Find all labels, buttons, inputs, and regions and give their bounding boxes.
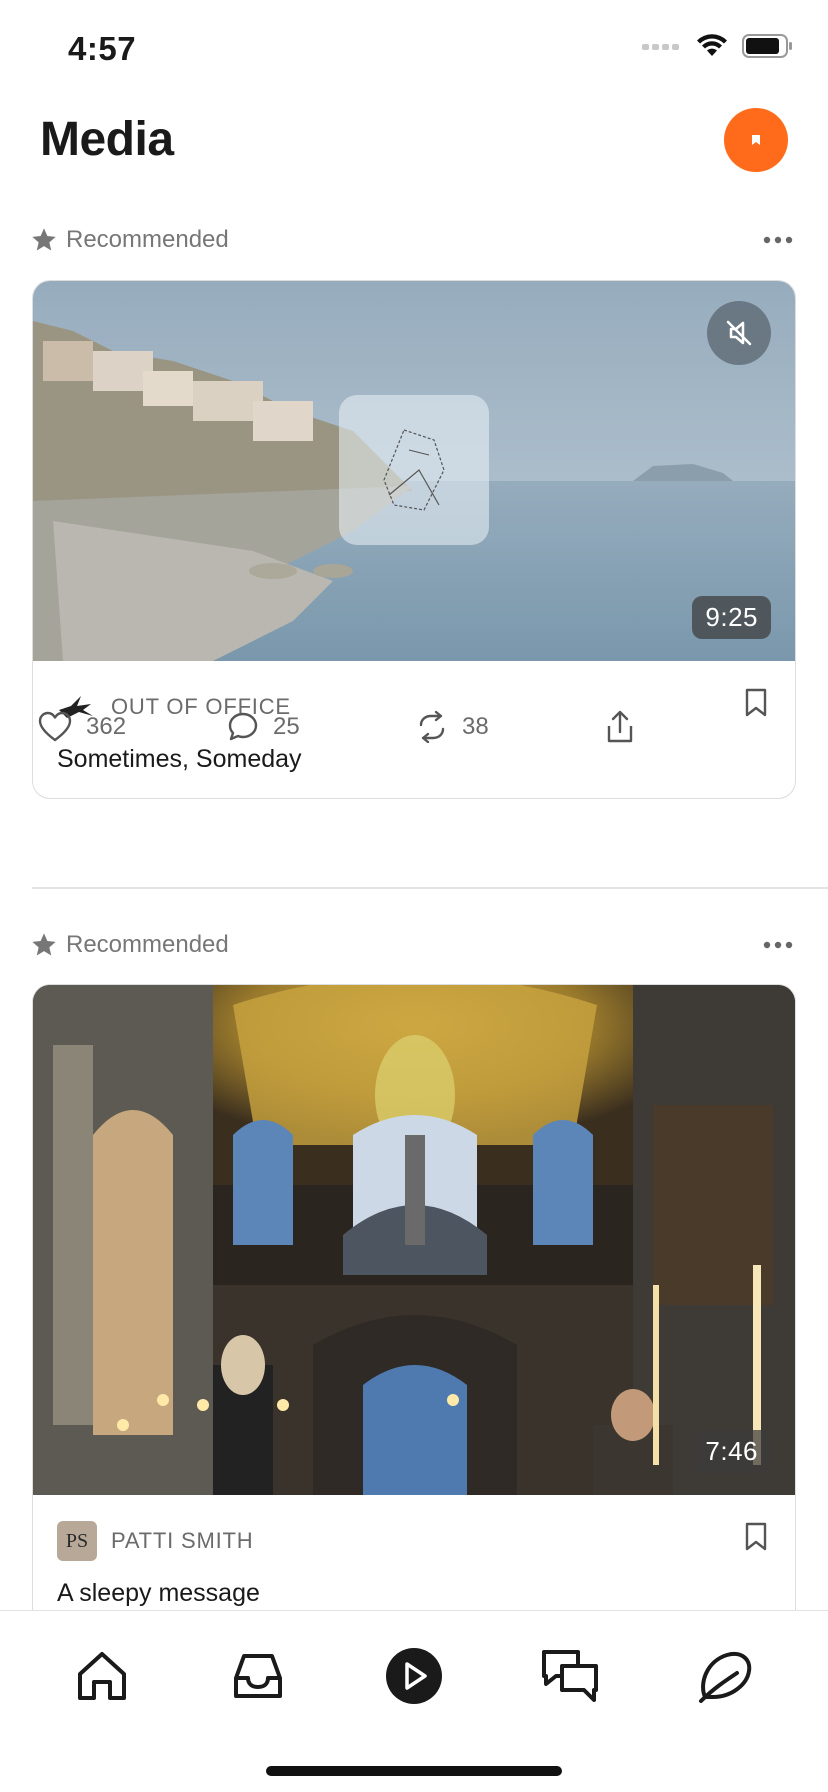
section-divider: [32, 887, 828, 889]
post-title[interactable]: Sometimes, Someday: [57, 745, 771, 774]
bookmark-button[interactable]: [741, 1519, 771, 1555]
more-options-button[interactable]: [758, 930, 798, 960]
battery-icon: [742, 34, 792, 58]
recommended-label: Recommended: [30, 226, 229, 254]
restack-icon: [419, 711, 445, 743]
comment-icon: [228, 712, 258, 741]
publication-name[interactable]: PATTI SMITH: [111, 1528, 253, 1554]
star-icon: [32, 228, 56, 251]
recommended-text: Recommended: [66, 226, 229, 253]
video-duration: 7:46: [692, 1430, 771, 1473]
tab-chat[interactable]: [535, 1641, 605, 1711]
profile-avatar-button[interactable]: [724, 108, 788, 172]
recommended-label: Recommended: [30, 931, 229, 959]
more-icon: [763, 236, 793, 244]
status-bar: 4:57: [0, 0, 828, 100]
status-time: 4:57: [68, 30, 137, 67]
home-indicator: [266, 1766, 562, 1776]
sketch-icon: [383, 429, 445, 511]
video-thumbnail[interactable]: 9:25: [33, 281, 795, 661]
like-count: 362: [86, 713, 127, 740]
inbox-icon: [234, 1654, 282, 1698]
bookmark-icon: [745, 1522, 767, 1551]
tab-inbox[interactable]: [223, 1641, 293, 1711]
video-duration: 9:25: [692, 596, 771, 639]
comment-button[interactable]: 25: [227, 711, 416, 743]
share-icon: [607, 710, 633, 743]
play-icon: [386, 1648, 442, 1704]
tab-bar: [0, 1610, 828, 1792]
publication-initials: PS: [65, 1529, 89, 1552]
more-options-button[interactable]: [758, 225, 798, 255]
bookmark-logo-icon: [752, 135, 760, 145]
cathedral-image: [33, 985, 795, 1495]
like-button[interactable]: 362: [38, 711, 227, 743]
signal-icon: [642, 44, 679, 50]
publication-logo: PS: [57, 1521, 97, 1561]
chat-icon: [542, 1650, 598, 1702]
page-title: Media: [40, 113, 174, 166]
restack-button[interactable]: 38: [416, 711, 605, 743]
explore-icon: [699, 1652, 752, 1703]
more-icon: [763, 941, 793, 949]
media-card[interactable]: 7:46 PS PATTI SMITH A sleepy message: [32, 984, 796, 1684]
post-title[interactable]: A sleepy message: [57, 1579, 771, 1608]
video-thumbnail[interactable]: 7:46: [33, 985, 795, 1495]
comment-count: 25: [273, 713, 300, 740]
share-button[interactable]: [605, 710, 794, 744]
header: Media: [0, 100, 828, 200]
tab-home[interactable]: [67, 1641, 137, 1711]
post-card-1: Recommended 9:25 OUT OF OFFICE Sometimes…: [0, 220, 828, 799]
post-card-2: Recommended 7:46 PS PATTI SMITH A sleepy…: [0, 925, 828, 1684]
status-icons: [642, 34, 794, 58]
mute-button[interactable]: [707, 301, 771, 365]
restack-count: 38: [462, 713, 489, 740]
audio-artwork: [339, 395, 489, 545]
tab-media[interactable]: [379, 1641, 449, 1711]
post-actions: 362 25 38: [38, 710, 794, 744]
star-icon: [32, 933, 56, 956]
wifi-icon: [697, 34, 727, 56]
recommended-text: Recommended: [66, 931, 229, 958]
tab-explore[interactable]: [691, 1641, 761, 1711]
home-icon: [78, 1652, 126, 1700]
heart-icon: [38, 711, 72, 742]
speaker-muted-icon: [726, 320, 752, 346]
